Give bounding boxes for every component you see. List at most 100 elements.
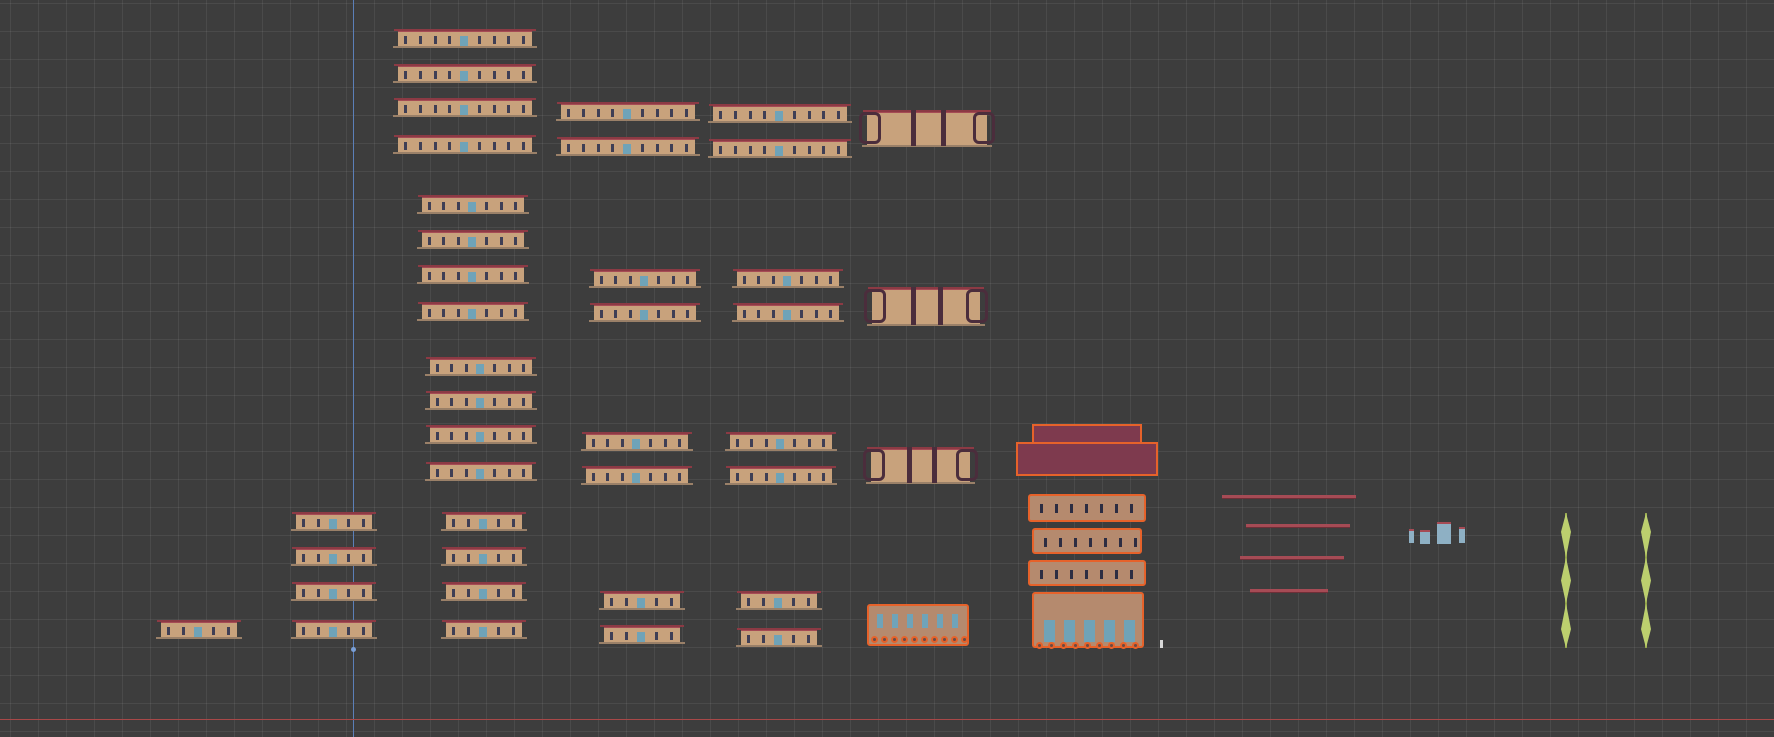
- window-icon: [433, 71, 437, 79]
- window-icon: [512, 627, 515, 635]
- building-facade-mesh[interactable]: [556, 137, 700, 156]
- door-icon: [460, 142, 468, 154]
- window-icon: [763, 146, 767, 154]
- building-facade-mesh[interactable]: [708, 139, 852, 158]
- window-icon: [450, 469, 454, 477]
- window-icon: [507, 364, 511, 372]
- window-icon: [1085, 504, 1088, 513]
- building-facade-mesh[interactable]: [291, 582, 377, 601]
- building-facade-mesh[interactable]: [441, 620, 527, 639]
- window-icon: [750, 439, 754, 447]
- window-icon: [1055, 504, 1058, 513]
- window-icon: [800, 310, 804, 318]
- building-facade-mesh[interactable]: [425, 425, 537, 444]
- building-facade-mesh[interactable]: [417, 302, 529, 321]
- building-facade-mesh[interactable]: [732, 303, 844, 322]
- small-door-asset[interactable]: [1420, 530, 1430, 544]
- building-facade-mesh[interactable]: [441, 512, 527, 531]
- window-icon: [317, 627, 320, 635]
- building-facade-mesh[interactable]: [589, 303, 701, 322]
- window-icon: [404, 105, 407, 113]
- building-facade-mesh[interactable]: [441, 582, 527, 601]
- window-icon: [450, 398, 454, 406]
- roof-plank-mesh[interactable]: [1222, 495, 1356, 499]
- building-facade-mesh[interactable]: [708, 104, 852, 123]
- pipe-frame-mesh[interactable]: [864, 283, 988, 329]
- small-door-asset[interactable]: [1409, 529, 1414, 543]
- window-icon: [678, 439, 681, 447]
- building-facade-mesh[interactable]: [556, 102, 700, 121]
- window-icon: [1130, 570, 1133, 579]
- building-facade-mesh[interactable]: [599, 625, 685, 644]
- door-icon: [479, 554, 487, 566]
- 3d-viewport[interactable]: [0, 0, 1774, 737]
- window-icon: [362, 519, 365, 527]
- vertex-dot: [1120, 642, 1127, 649]
- window-icon: [567, 144, 570, 152]
- roof-plank-mesh[interactable]: [1240, 556, 1344, 560]
- building-facade-mesh[interactable]: [599, 591, 685, 610]
- building-facade-mesh[interactable]: [441, 547, 527, 566]
- building-facade-mesh[interactable]: [291, 512, 377, 531]
- window-icon: [822, 439, 825, 447]
- window-icon: [442, 202, 446, 210]
- window-icon: [750, 473, 754, 481]
- window-icon: [611, 109, 615, 117]
- window-icon: [671, 276, 675, 284]
- vine-leaf-strip[interactable]: [1561, 513, 1571, 648]
- building-facade-mesh[interactable]: [156, 620, 242, 639]
- building-facade-mesh[interactable]: [291, 547, 377, 566]
- building-facade-mesh[interactable]: [581, 466, 693, 485]
- window-icon: [747, 635, 750, 643]
- window-icon: [464, 432, 468, 440]
- pipe-right-loop: [966, 289, 988, 323]
- window-icon: [492, 105, 496, 113]
- window-icon: [227, 627, 230, 635]
- vine-leaf-strip[interactable]: [1641, 513, 1651, 648]
- window-icon: [347, 554, 350, 562]
- window-icon: [492, 36, 496, 44]
- building-facade-mesh[interactable]: [417, 230, 529, 249]
- building-facade-mesh[interactable]: [393, 64, 537, 83]
- building-facade-mesh[interactable]: [417, 195, 529, 214]
- window-icon: [167, 627, 170, 635]
- pipe-frame-wall: [862, 110, 992, 147]
- window-icon: [467, 627, 470, 635]
- door-icon: [460, 36, 468, 48]
- pipe-frame-mesh[interactable]: [859, 106, 995, 150]
- building-facade-mesh[interactable]: [425, 357, 537, 376]
- building-facade-mesh[interactable]: [417, 265, 529, 284]
- window-icon: [628, 310, 632, 318]
- window-icon: [499, 202, 503, 210]
- selected-tower-assets[interactable]: [1012, 424, 1162, 650]
- roof-plank-mesh[interactable]: [1250, 589, 1328, 593]
- building-facade-mesh[interactable]: [425, 391, 537, 410]
- window-icon: [1089, 538, 1092, 547]
- pipe-vertical: [932, 447, 937, 483]
- building-facade-mesh[interactable]: [725, 432, 837, 451]
- building-facade-mesh[interactable]: [581, 432, 693, 451]
- building-facade-mesh[interactable]: [732, 269, 844, 288]
- small-door-asset[interactable]: [1459, 527, 1465, 543]
- building-facade-mesh[interactable]: [425, 462, 537, 481]
- pipe-left-loop: [863, 449, 885, 481]
- window-icon: [522, 432, 525, 440]
- building-facade-mesh[interactable]: [393, 29, 537, 48]
- small-door-asset[interactable]: [1437, 522, 1451, 544]
- building-facade-mesh[interactable]: [393, 98, 537, 117]
- building-facade-mesh[interactable]: [736, 628, 822, 647]
- building-facade-mesh[interactable]: [589, 269, 701, 288]
- window-icon: [512, 554, 515, 562]
- window-icon: [404, 142, 407, 150]
- building-facade-mesh[interactable]: [393, 135, 537, 154]
- window-icon: [764, 473, 768, 481]
- building-facade-mesh[interactable]: [736, 591, 822, 610]
- pipe-frame-mesh[interactable]: [863, 443, 978, 487]
- vertex-dot: [1036, 642, 1043, 649]
- roof-plank-mesh[interactable]: [1246, 524, 1350, 528]
- window-icon: [452, 589, 455, 597]
- selected-small-building[interactable]: [867, 604, 969, 646]
- window-icon: [763, 111, 767, 119]
- building-facade-mesh[interactable]: [291, 620, 377, 639]
- building-facade-mesh[interactable]: [725, 466, 837, 485]
